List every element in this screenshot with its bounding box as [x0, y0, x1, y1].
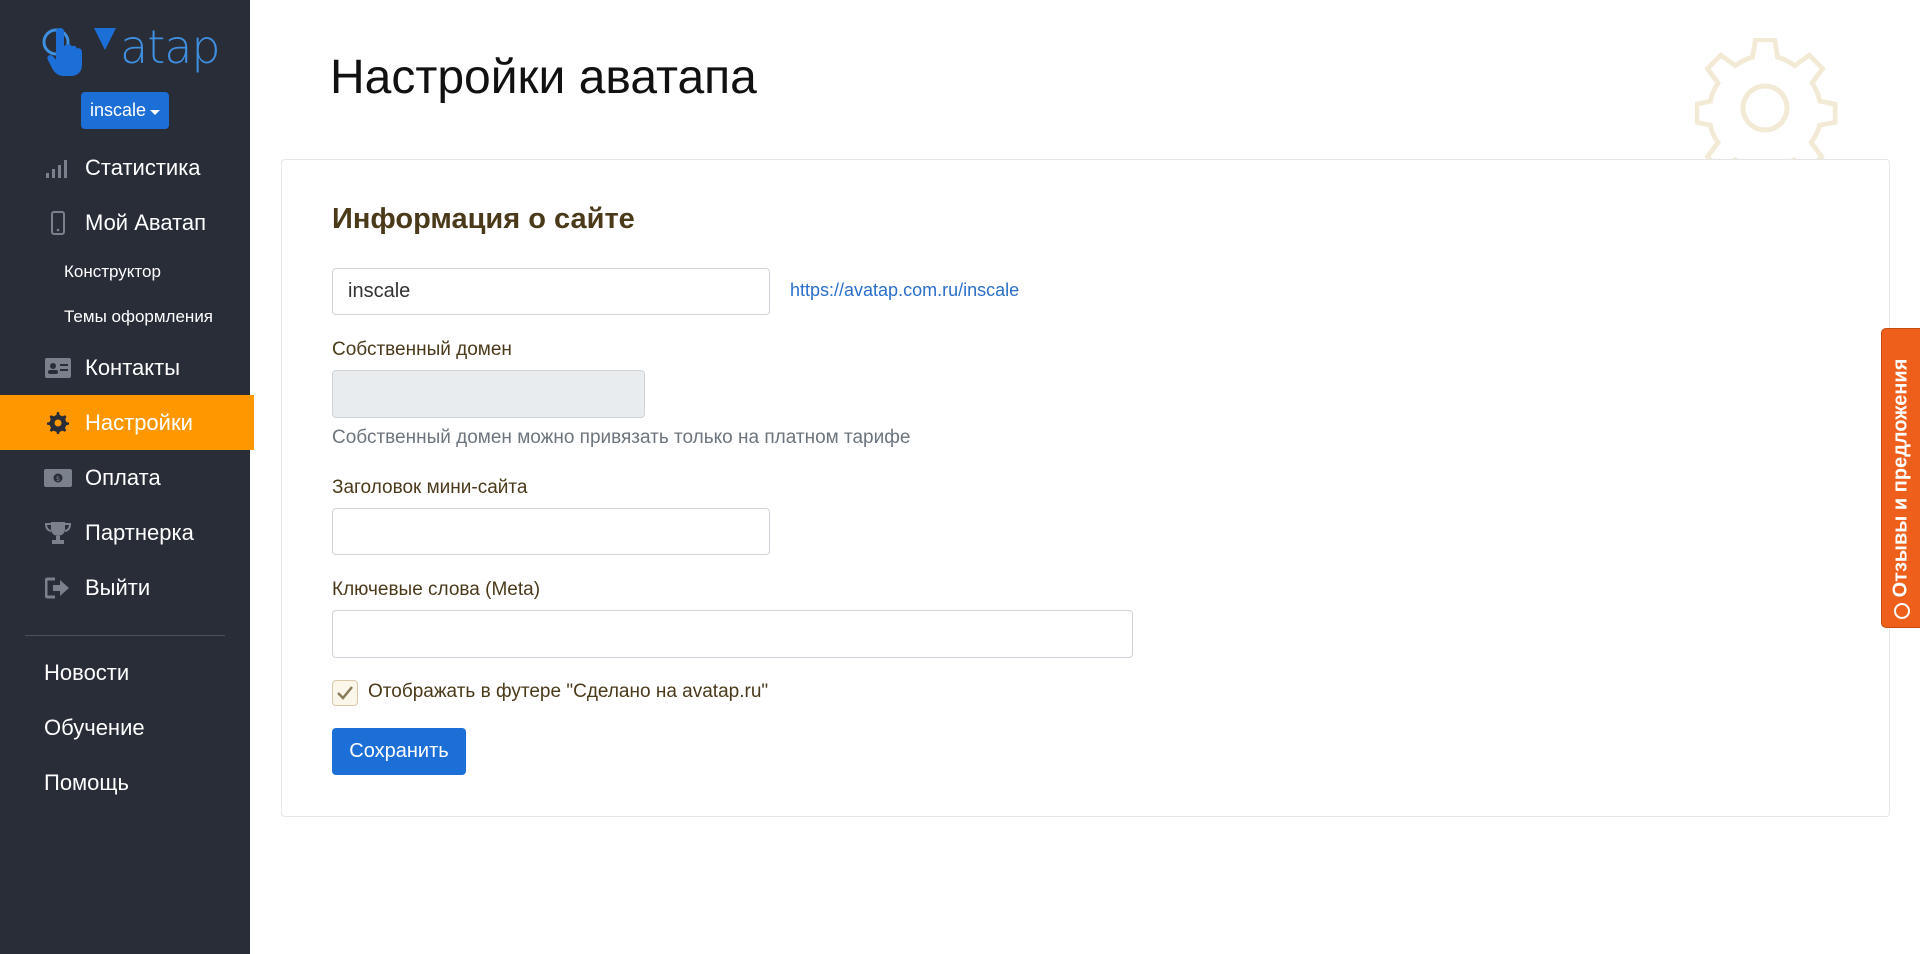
site-title-input[interactable]: [332, 508, 770, 555]
caret-down-icon: [150, 110, 161, 115]
site-name-input[interactable]: inscale: [332, 268, 770, 315]
save-button[interactable]: Сохранить: [332, 728, 466, 775]
sidebar-item-my-avatap[interactable]: Мой Аватап: [0, 195, 254, 250]
money-icon: $: [44, 464, 72, 492]
mobile-icon: [44, 209, 72, 237]
sidebar-subitem-themes[interactable]: Темы оформления: [64, 307, 213, 327]
feedback-tab-label: Отзывы и предложения: [1889, 358, 1912, 598]
site-switch-label: inscale: [89, 100, 147, 120]
sidebar-subitem-constructor[interactable]: Конструктор: [64, 262, 161, 282]
footer-credit-label[interactable]: Отображать в футере "Сделано на avatap.r…: [368, 681, 768, 703]
sidebar-item-statistics[interactable]: Статистика: [0, 140, 254, 195]
sidebar-link-news[interactable]: Новости: [44, 660, 129, 686]
avatap-logo[interactable]: atap: [42, 14, 221, 80]
section-title: Информация о сайте: [332, 203, 635, 235]
sidebar-item-label: Мой Аватап: [85, 209, 207, 235]
logo-triangle-icon: [94, 28, 116, 50]
own-domain-help-text: Собственный домен можно привязать только…: [332, 427, 911, 448]
site-title-label: Заголовок мини-сайта: [332, 477, 528, 498]
sidebar-link-learning[interactable]: Обучение: [44, 715, 145, 741]
meta-keywords-input[interactable]: [332, 610, 1133, 658]
sidebar-item-label: Статистика: [85, 154, 201, 180]
site-url-link[interactable]: https://avatap.com.ru/inscale: [790, 280, 1019, 301]
footer-credit-checkbox[interactable]: [332, 680, 358, 706]
page-title: Настройки аватапа: [330, 51, 757, 104]
sidebar: atap inscale Статистика Мой Аватап Конст…: [0, 0, 254, 954]
sign-out-icon: [44, 574, 72, 602]
checkmark-icon: [337, 686, 353, 700]
sidebar-item-settings[interactable]: Настройки: [0, 395, 254, 450]
logo-text: atap: [120, 20, 221, 74]
sidebar-divider: [25, 635, 225, 636]
sidebar-item-logout[interactable]: Выйти: [0, 560, 254, 615]
feedback-bulb-icon: [1894, 603, 1910, 619]
contact-card-icon: [44, 354, 72, 382]
sidebar-link-help[interactable]: Помощь: [44, 770, 129, 796]
trophy-icon: [44, 519, 72, 547]
sidebar-item-label: Партнерка: [85, 519, 194, 545]
svg-text:$: $: [56, 475, 60, 483]
meta-keywords-label: Ключевые слова (Meta): [332, 579, 541, 600]
gear-icon: [44, 409, 72, 437]
bar-chart-icon: [44, 154, 72, 182]
sidebar-item-contacts[interactable]: Контакты: [0, 340, 254, 395]
own-domain-label: Собственный домен: [332, 339, 512, 360]
sidebar-item-payment[interactable]: $ Оплата: [0, 450, 254, 505]
sidebar-item-label: Выйти: [85, 574, 151, 600]
sidebar-item-partner[interactable]: Партнерка: [0, 505, 254, 560]
hand-cursor-logo-icon: [42, 28, 82, 76]
site-switch-dropdown[interactable]: inscale: [81, 92, 169, 129]
own-domain-input[interactable]: [332, 370, 645, 418]
sidebar-item-label: Контакты: [85, 354, 181, 380]
sidebar-item-label: Настройки: [85, 409, 193, 435]
sidebar-item-label: Оплата: [85, 464, 161, 490]
feedback-tab[interactable]: Отзывы и предложения: [1881, 328, 1920, 628]
